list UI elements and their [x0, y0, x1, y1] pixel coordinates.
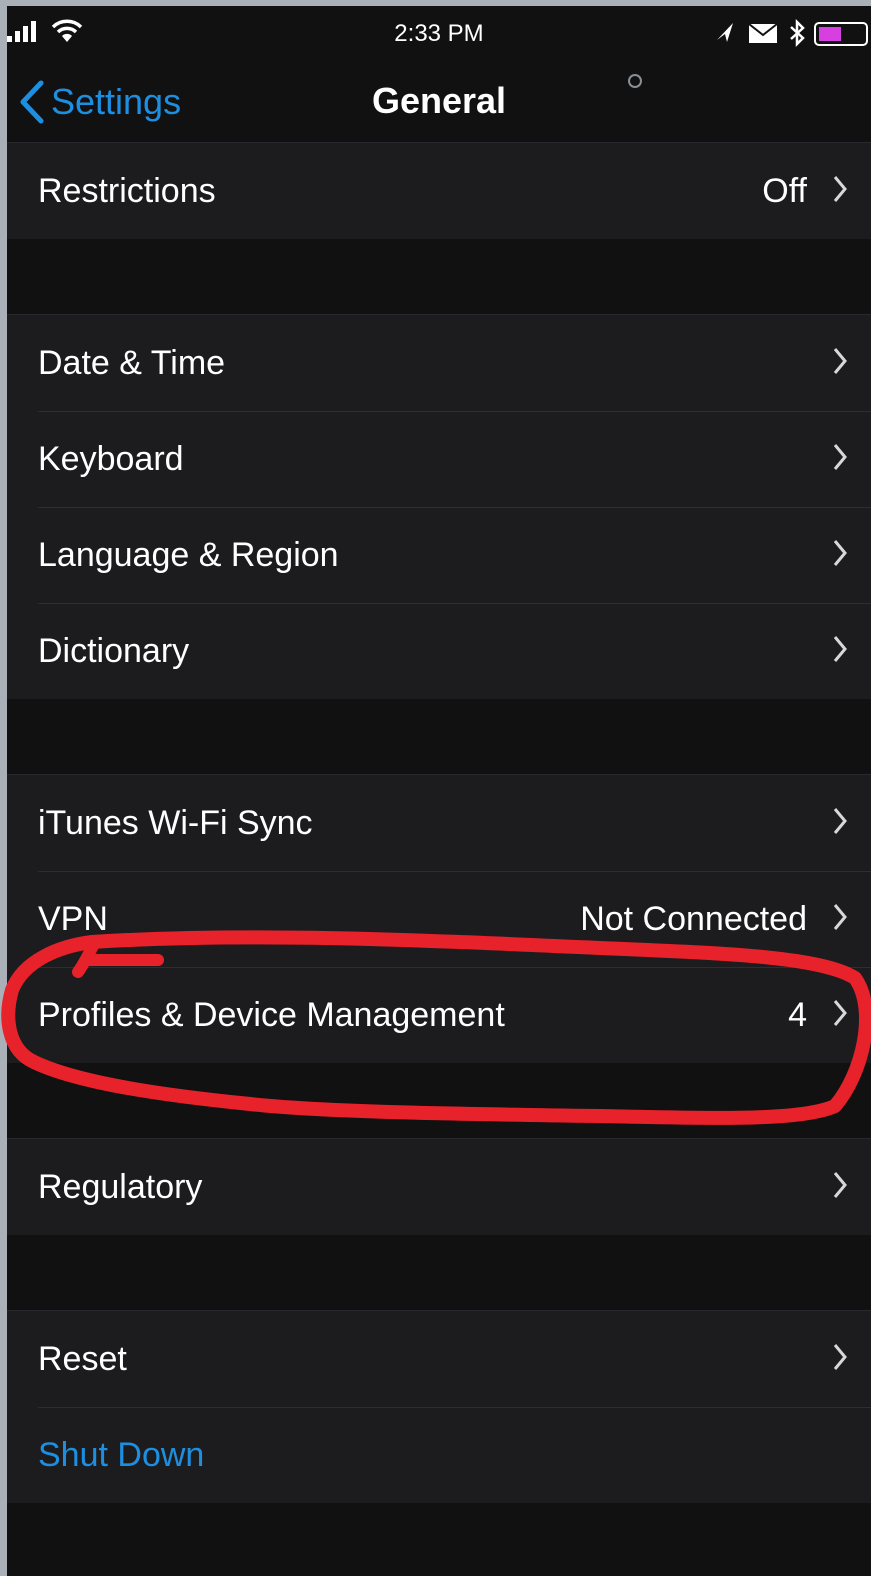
row-label: Language & Region [38, 535, 339, 574]
section-reset: Reset Shut Down [7, 1311, 871, 1503]
row-label: Profiles & Device Management [38, 995, 505, 1034]
row-label: VPN [38, 899, 108, 938]
section-sync-vpn-profiles: iTunes Wi-Fi Sync VPN Not Connected Prof… [7, 775, 871, 1063]
chevron-right-icon [833, 904, 847, 930]
row-value: Not Connected [580, 899, 807, 938]
chevron-right-icon [833, 1172, 847, 1198]
row-profiles-device-management[interactable]: Profiles & Device Management 4 [7, 967, 871, 1063]
status-right-icons [711, 18, 871, 53]
chevron-right-icon [833, 808, 847, 834]
row-restrictions[interactable]: Restrictions Off [7, 143, 871, 239]
battery-icon [814, 22, 868, 46]
shut-down-button[interactable]: Shut Down [38, 1436, 204, 1475]
row-date-time[interactable]: Date & Time [7, 315, 871, 411]
bluetooth-icon [790, 18, 805, 48]
chevron-right-icon [833, 176, 847, 202]
section-restrictions: Restrictions Off [7, 143, 871, 239]
chevron-right-icon [833, 444, 847, 470]
row-shut-down[interactable]: Shut Down [7, 1407, 871, 1503]
row-reset[interactable]: Reset [7, 1311, 871, 1407]
page-title: General [371, 80, 507, 121]
row-regulatory[interactable]: Regulatory [7, 1139, 871, 1235]
status-bar: 2:33 PM [7, 6, 871, 56]
settings-screen: 2:33 PM Settings General Restrictions Of… [7, 6, 871, 1576]
row-keyboard[interactable]: Keyboard [7, 411, 871, 507]
row-label: iTunes Wi-Fi Sync [38, 803, 313, 842]
row-label: Dictionary [38, 631, 190, 670]
chevron-right-icon [833, 348, 847, 374]
assistive-touch-dot-icon [628, 74, 642, 88]
row-label: Regulatory [38, 1167, 203, 1206]
row-label: Keyboard [38, 439, 184, 478]
row-itunes-wifi-sync[interactable]: iTunes Wi-Fi Sync [7, 775, 871, 871]
section-regulatory: Regulatory [7, 1139, 871, 1235]
location-arrow-icon [717, 23, 733, 42]
chevron-right-icon [833, 540, 847, 566]
row-label: Date & Time [38, 343, 226, 382]
row-value: Off [762, 171, 807, 210]
chevron-right-icon [833, 1000, 847, 1026]
row-value: 4 [788, 995, 807, 1034]
row-label: Reset [38, 1339, 127, 1378]
chevron-right-icon [833, 1344, 847, 1370]
row-vpn[interactable]: VPN Not Connected [7, 871, 871, 967]
row-language-region[interactable]: Language & Region [7, 507, 871, 603]
navigation-bar: Settings General [7, 56, 871, 146]
row-dictionary[interactable]: Dictionary [7, 603, 871, 699]
chevron-right-icon [833, 636, 847, 662]
mail-icon [748, 23, 778, 43]
row-label: Restrictions [38, 171, 216, 210]
section-date-keyboard: Date & Time Keyboard Language & Region D… [7, 315, 871, 699]
